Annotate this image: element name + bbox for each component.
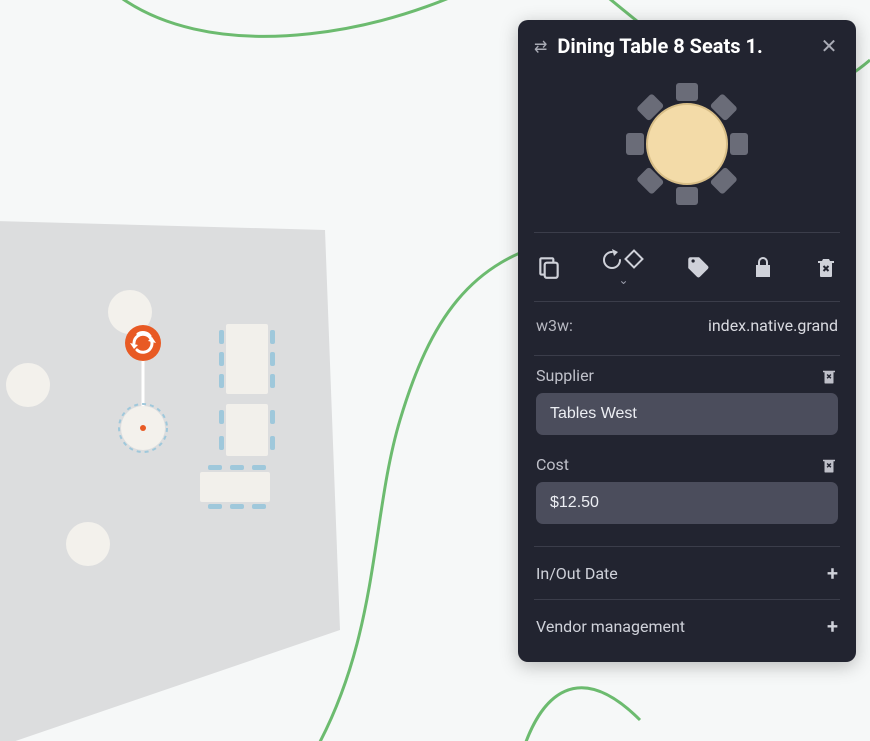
panel-toolbar: ⌄ xyxy=(518,233,856,291)
properties-panel: ⇄ Dining Table 8 Seats 1. ✕ xyxy=(518,20,856,662)
supplier-label: Supplier xyxy=(536,366,594,385)
app-canvas: ⇄ Dining Table 8 Seats 1. ✕ xyxy=(0,0,870,741)
swap-icon[interactable]: ⇄ xyxy=(534,37,547,56)
clear-supplier-icon[interactable] xyxy=(820,367,838,385)
copy-icon[interactable] xyxy=(536,254,562,280)
tag-icon[interactable] xyxy=(685,254,711,280)
lock-icon[interactable] xyxy=(751,254,775,280)
cost-section: Cost xyxy=(518,439,856,528)
clear-cost-icon[interactable] xyxy=(820,456,838,474)
rotate-handle-icon[interactable] xyxy=(125,325,161,361)
w3w-row: w3w: index.native.grand xyxy=(518,302,856,341)
cost-input[interactable] xyxy=(536,482,838,524)
vendor-management-label: Vendor management xyxy=(536,617,685,636)
panel-title: Dining Table 8 Seats 1. xyxy=(557,34,808,58)
panel-header: ⇄ Dining Table 8 Seats 1. ✕ xyxy=(518,20,856,68)
rotate-icon[interactable]: ⌄ xyxy=(602,247,646,287)
supplier-section: Supplier xyxy=(518,356,856,439)
plus-icon: + xyxy=(827,561,838,585)
vendor-management-row[interactable]: Vendor management + xyxy=(518,600,856,652)
object-preview xyxy=(518,68,856,232)
w3w-value[interactable]: index.native.grand xyxy=(708,316,838,335)
cost-label: Cost xyxy=(536,455,569,474)
in-out-date-row[interactable]: In/Out Date + xyxy=(518,547,856,599)
plus-icon: + xyxy=(827,614,838,638)
delete-icon[interactable] xyxy=(814,254,838,280)
in-out-date-label: In/Out Date xyxy=(536,564,618,583)
table-preview-icon xyxy=(617,74,757,214)
floor-polygon xyxy=(0,220,340,741)
supplier-input[interactable] xyxy=(536,393,838,435)
w3w-label: w3w: xyxy=(536,316,573,335)
chevron-down-icon[interactable]: ⌄ xyxy=(618,273,628,287)
close-icon[interactable]: ✕ xyxy=(818,35,840,57)
